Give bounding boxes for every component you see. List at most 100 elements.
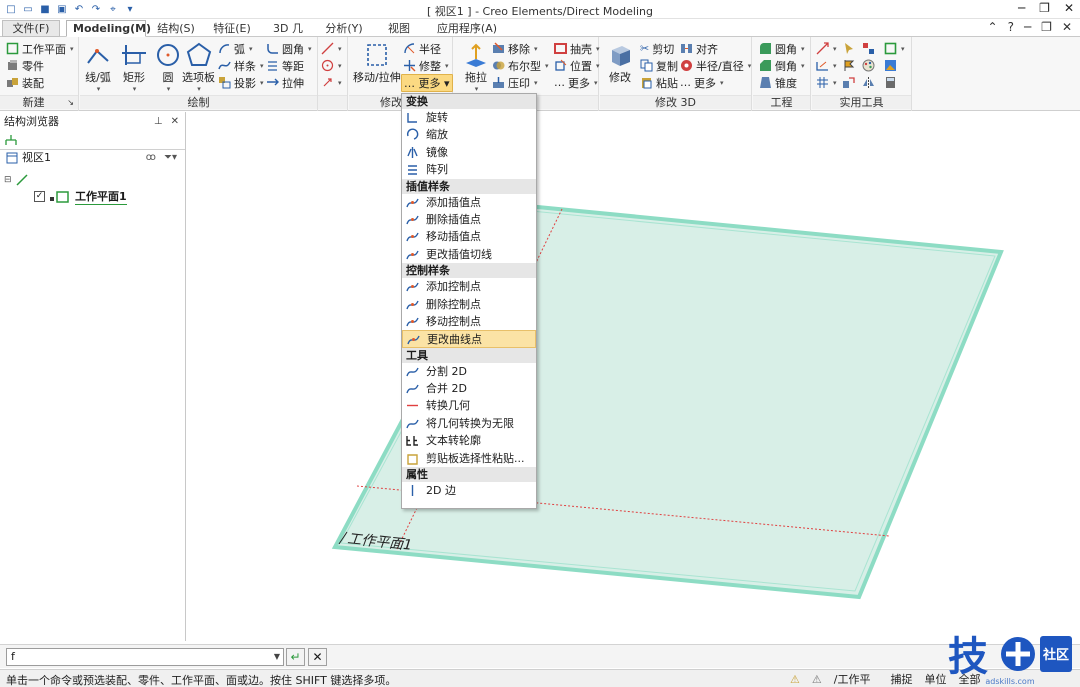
ribbon-collapse-icon[interactable]: ⌃ <box>988 20 998 34</box>
more-2d-button[interactable]: … 更多 ▾ <box>401 73 453 92</box>
utility-relations-button[interactable] <box>862 40 875 57</box>
status-units[interactable]: 单位 <box>924 671 946 687</box>
structure-tree-icon[interactable] <box>4 134 18 148</box>
menu-item[interactable]: 分割 2D <box>402 363 536 380</box>
tab-view[interactable]: 视图(V) <box>374 20 424 51</box>
menu-item[interactable]: 更改插值切线 <box>402 246 536 263</box>
dialog-launcher-icon[interactable]: ↘ <box>67 96 74 109</box>
status-workplane[interactable]: /工作平 <box>834 671 871 687</box>
pin-icon[interactable]: ⊥ <box>154 112 163 132</box>
menu-item[interactable]: 添加控制点 <box>402 278 536 295</box>
menu-item[interactable]: 镜像 <box>402 144 536 161</box>
copy-button[interactable]: 复制 <box>640 57 678 74</box>
circle-button[interactable]: 圆 ▾ <box>154 41 182 93</box>
tree-expander-icon[interactable]: ⊟ <box>4 175 12 185</box>
command-cancel-button[interactable]: ✕ <box>308 648 327 666</box>
utility-color-button[interactable] <box>862 57 875 74</box>
doc-minimize-icon[interactable]: ─ <box>1024 20 1031 34</box>
round-button[interactable]: 圆角 ▾ <box>759 40 805 57</box>
line-arc-button[interactable]: 线/弧 ▾ <box>84 41 112 93</box>
arc-button[interactable]: 弧 ▾ <box>218 40 253 57</box>
menu-item[interactable]: 剪贴板选择性粘贴... <box>402 450 536 467</box>
menu-item[interactable]: 更改曲线点 <box>402 330 536 348</box>
menu-item[interactable]: 转换几何 <box>402 397 536 414</box>
tab-analysis[interactable]: 分析(Y) <box>318 20 370 37</box>
position-button[interactable]: 位置 ▾ <box>554 57 600 74</box>
tab-3d-geometry[interactable]: 3D 几何 <box>262 20 314 51</box>
menu-item[interactable]: 旋转 <box>402 109 536 126</box>
utility-dimension-button[interactable]: ▾ <box>816 57 837 74</box>
fillet-2d-button[interactable]: 圆角 ▾ <box>266 40 312 57</box>
stretch-button[interactable]: 拉伸 <box>266 74 304 91</box>
menu-item[interactable]: 将几何转换为无限 <box>402 415 536 432</box>
part-button[interactable]: 零件 <box>6 57 44 74</box>
spline-button[interactable]: 样条 ▾ <box>218 57 264 74</box>
shell-button[interactable]: 抽壳 ▾ <box>554 40 600 57</box>
construction-point-button[interactable]: ▾ <box>321 74 342 91</box>
tree-root[interactable]: ⊟ <box>4 174 28 186</box>
radius-button[interactable]: 半径 <box>403 40 441 57</box>
more-model-button[interactable]: … 更多 ▾ <box>554 74 598 91</box>
command-execute-button[interactable]: ↵ <box>286 648 305 666</box>
graphics-viewport[interactable]: 工作平面1 <box>187 112 1080 641</box>
construction-line-button[interactable]: ▾ <box>321 40 342 57</box>
tree-item-workplane[interactable]: ✓ 工作平面1 <box>34 188 127 205</box>
command-history-dropdown-icon[interactable]: ▼ <box>274 649 280 665</box>
tab-structure[interactable]: 结构(S) <box>150 20 202 37</box>
menu-item[interactable]: 合并 2D <box>402 380 536 397</box>
construction-circle-button[interactable]: ▾ <box>321 57 342 74</box>
lock-icon[interactable]: ⚠ <box>812 673 822 686</box>
warning-icon[interactable]: ⚠ <box>790 673 800 686</box>
tab-applications[interactable]: 应用程序(A) <box>428 20 506 37</box>
menu-item[interactable]: 阵列 <box>402 161 536 178</box>
utility-box-button[interactable]: ▾ <box>884 40 905 57</box>
utility-flag-button[interactable] <box>842 57 855 74</box>
radius-diameter-button[interactable]: 半径/直径 ▾ <box>680 57 751 74</box>
chamfer-button[interactable]: 倒角 ▾ <box>759 57 805 74</box>
menu-item[interactable]: 文本转轮廓 <box>402 432 536 449</box>
offset-button[interactable]: 等距 <box>266 57 304 74</box>
filter-icon[interactable]: ⏷▾ <box>164 150 177 166</box>
utility-select-button[interactable] <box>842 40 855 57</box>
menu-item[interactable]: 添加插值点 <box>402 194 536 211</box>
binoculars-icon[interactable]: ꝏ <box>146 150 156 166</box>
move-stretch-button[interactable]: 移动/拉伸 <box>353 41 401 85</box>
utility-transform-button[interactable] <box>842 74 855 91</box>
boolean-button[interactable]: 布尔型 ▾ <box>492 57 549 74</box>
paste-button[interactable]: 粘贴 <box>640 74 678 91</box>
project-button[interactable]: 投影 ▾ <box>218 74 264 91</box>
visibility-checkbox[interactable]: ✓ <box>34 191 45 202</box>
more-2d-highlight[interactable]: … 更多 ▾ <box>401 73 453 92</box>
tab-feature[interactable]: 特征(E) <box>206 20 258 37</box>
rectangle-button[interactable]: 矩形 ▾ <box>120 41 148 93</box>
close-icon[interactable]: ✕ <box>1064 1 1074 15</box>
utility-mirror-button[interactable] <box>862 74 875 91</box>
cut-button[interactable]: ✂ 剪切 <box>640 40 674 57</box>
help-icon[interactable]: ? <box>1008 20 1014 34</box>
doc-close-icon[interactable]: ✕ <box>1062 20 1072 34</box>
workplane-button[interactable]: 工作平面 ▾ <box>6 40 74 57</box>
utility-image-button[interactable] <box>884 57 897 74</box>
more-3d-button[interactable]: … 更多 ▾ <box>680 74 724 91</box>
utility-measure-button[interactable]: ▾ <box>816 40 837 57</box>
tab-file[interactable]: 文件(F) <box>2 20 60 37</box>
menu-item[interactable]: 缩放 <box>402 126 536 143</box>
doc-restore-icon[interactable]: ❐ <box>1041 20 1052 34</box>
restore-icon[interactable]: ❐ <box>1039 1 1050 15</box>
palette-button[interactable]: 选项板 ▾ <box>182 41 215 93</box>
utility-grid-button[interactable]: ▾ <box>816 74 837 91</box>
command-input[interactable]: f ▼ <box>6 648 284 666</box>
minimize-icon[interactable]: ─ <box>1018 1 1025 15</box>
panel-close-icon[interactable]: ✕ <box>171 112 179 132</box>
trim-button[interactable]: 修整 ▾ <box>403 57 449 74</box>
panel-view-row[interactable]: 视区1 ꝏ ⏷▾ <box>0 150 185 166</box>
imprint-button[interactable]: 压印 ▾ <box>492 74 538 91</box>
taper-button[interactable]: 锥度 <box>759 74 797 91</box>
align-button[interactable]: 对齐 <box>680 40 718 57</box>
menu-item[interactable]: 2D 边 <box>402 482 536 499</box>
status-snap[interactable]: 捕捉 <box>890 671 912 687</box>
menu-item[interactable]: 移动控制点 <box>402 313 536 330</box>
tab-modeling[interactable]: Modeling(M) <box>66 20 151 37</box>
remove-button[interactable]: 移除 ▾ <box>492 40 538 57</box>
menu-item[interactable]: 删除插值点 <box>402 211 536 228</box>
